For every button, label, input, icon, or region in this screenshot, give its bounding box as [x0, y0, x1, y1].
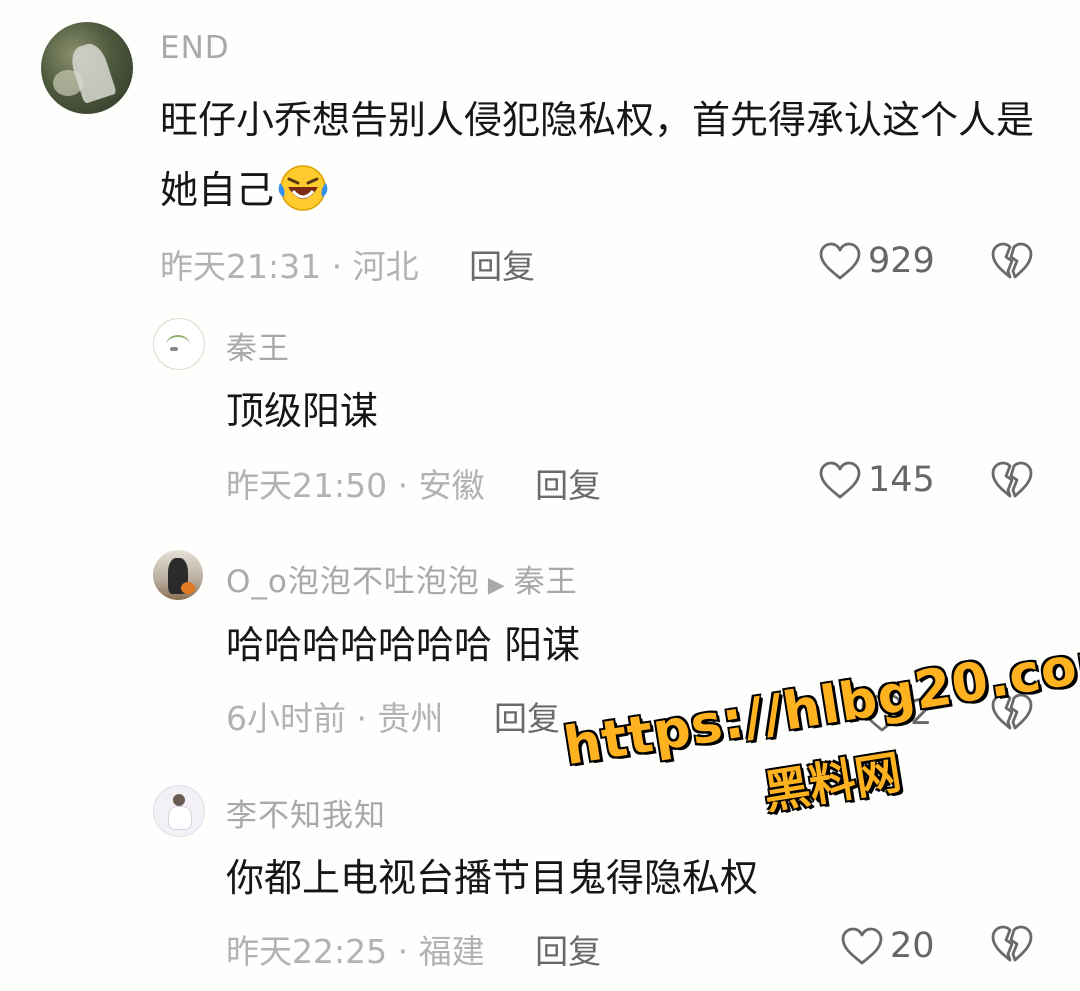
comment-meta: 昨天21:31 · 河北 回复: [160, 240, 535, 288]
comment-location: 福建: [418, 932, 485, 971]
comment-time: 昨天21:50: [226, 466, 388, 505]
meta-separator: ·: [397, 466, 409, 505]
like-button[interactable]: 929: [818, 236, 935, 286]
username-link[interactable]: O_o泡泡不吐泡泡: [226, 564, 480, 600]
comment-username: O_o泡泡不吐泡泡 ▶ 秦王: [226, 556, 578, 601]
comment-username[interactable]: END: [160, 30, 230, 66]
comment-location: 贵州: [377, 699, 444, 738]
reply-button[interactable]: 回复: [494, 699, 560, 738]
comment-content: 旺仔小乔想告别人侵犯隐私权，首先得承认这个人是她自己: [160, 85, 1060, 225]
comment-location: 安徽: [418, 466, 485, 505]
like-count: 145: [868, 460, 935, 500]
avatar-decor: [173, 794, 185, 806]
heart-outline-icon: [819, 461, 861, 499]
meta-separator: ·: [397, 932, 409, 971]
broken-heart-icon[interactable]: [990, 924, 1034, 964]
avatar[interactable]: [153, 550, 203, 600]
reply-button[interactable]: 回复: [535, 932, 601, 971]
triangle-right-icon: ▶: [487, 573, 506, 598]
comment-username[interactable]: 李不知我知: [226, 790, 386, 835]
comment-time: 6小时前: [226, 699, 346, 738]
avatar[interactable]: [41, 22, 133, 114]
heart-outline-icon: [841, 927, 883, 965]
broken-heart-icon[interactable]: [990, 460, 1034, 500]
like-button[interactable]: 20: [840, 921, 935, 971]
comment-content: 你都上电视台播节目鬼得隐私权: [226, 856, 759, 900]
reply-button[interactable]: 回复: [469, 247, 535, 286]
watermark: https://hlbg20.com 黑料网: [559, 627, 1080, 819]
comment-username[interactable]: 秦王: [226, 323, 290, 368]
avatar-decor: [166, 335, 190, 355]
comment-time: 昨天22:25: [226, 932, 388, 971]
broken-heart-icon[interactable]: [990, 241, 1034, 281]
comment-content: 哈哈哈哈哈哈哈 阳谋: [226, 623, 581, 667]
comment-meta: 6小时前 · 贵州 回复: [226, 692, 560, 740]
comment-meta: 昨天22:25 · 福建 回复: [226, 925, 601, 973]
meta-separator: ·: [356, 699, 368, 738]
comment-time: 昨天21:31: [160, 247, 322, 286]
comment-meta: 昨天21:50 · 安徽 回复: [226, 459, 601, 507]
like-button[interactable]: 145: [818, 455, 935, 505]
avatar-decor: [168, 806, 192, 830]
laughing-tears-emoji-icon: [278, 165, 328, 211]
comment-location: 河北: [352, 247, 419, 286]
avatar-decor: [181, 582, 195, 594]
comment-content: 顶级阳谋: [226, 389, 379, 433]
heart-outline-icon: [819, 242, 861, 280]
like-count: 20: [890, 926, 935, 966]
like-count: 929: [868, 241, 935, 281]
reply-to-username[interactable]: 秦王: [514, 564, 578, 600]
meta-separator: ·: [331, 247, 343, 286]
avatar[interactable]: [153, 318, 205, 370]
avatar-decor: [170, 347, 178, 351]
reply-button[interactable]: 回复: [535, 466, 601, 505]
avatar[interactable]: [153, 785, 205, 837]
watermark-site-name: 黑料网: [760, 744, 905, 820]
